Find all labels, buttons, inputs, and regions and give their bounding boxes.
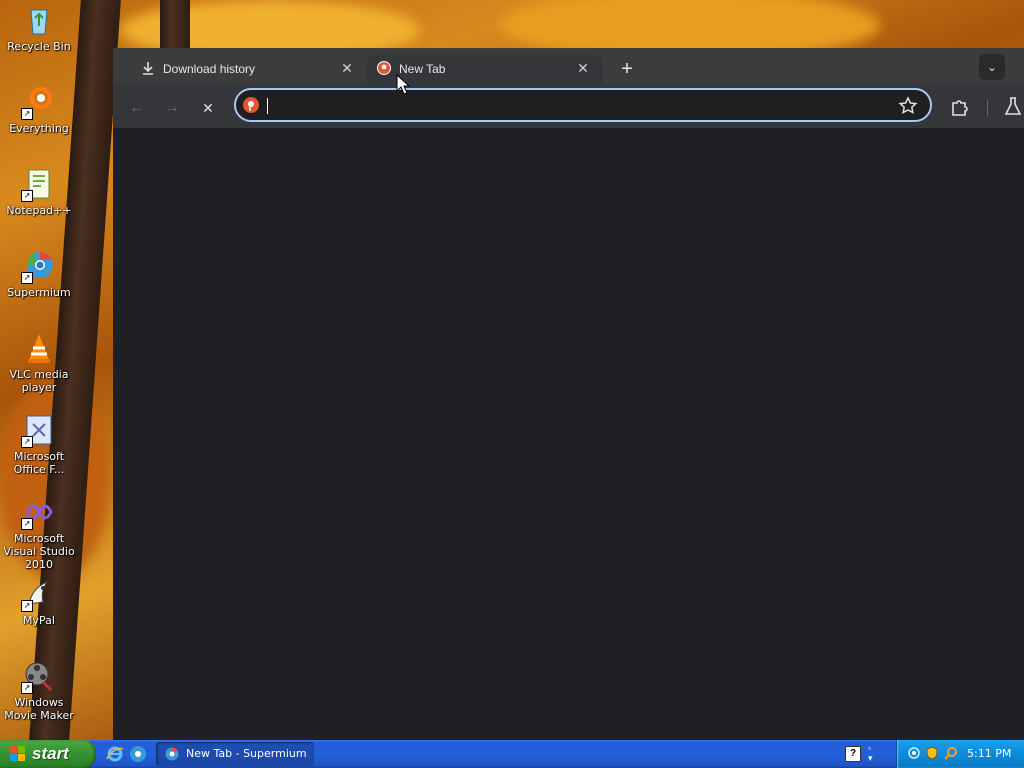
- browser-window: Download history ✕ New Tab ✕ + ⌄ ← → ✕: [113, 48, 1024, 740]
- everything-search-icon: ↗: [21, 86, 55, 120]
- mouse-cursor-icon: [396, 73, 411, 96]
- extensions-button[interactable]: [949, 96, 971, 118]
- network-icon[interactable]: [907, 746, 921, 760]
- desktop-icon-label: Microsoft Office F...: [13, 450, 65, 476]
- start-label: start: [32, 744, 69, 763]
- help-icon[interactable]: ?: [845, 746, 861, 762]
- desktop-icon-label: Windows Movie Maker: [4, 696, 74, 722]
- desktop-icon-label: Microsoft Visual Studio 2010: [3, 532, 75, 571]
- supermium-icon: [165, 747, 179, 761]
- supermium-icon: ↗: [21, 250, 55, 284]
- windows-flag-icon: [10, 746, 26, 762]
- system-tray: 5:11 PM: [896, 740, 1024, 768]
- start-button[interactable]: start: [0, 740, 96, 768]
- bookmark-star-button[interactable]: [898, 96, 918, 116]
- shortcut-arrow-icon: ↗: [21, 108, 33, 120]
- office-file-icon: ↗: [21, 414, 55, 448]
- restore-arrows-icon[interactable]: ▫ ▾: [868, 743, 880, 763]
- desktop-icon-office[interactable]: ↗ Microsoft Office F...: [0, 414, 78, 476]
- shortcut-arrow-icon: ↗: [21, 436, 33, 448]
- star-icon: [898, 96, 918, 115]
- tab-strip: Download history ✕ New Tab ✕ + ⌄: [113, 48, 1024, 84]
- toolbar-divider: [987, 100, 988, 116]
- taskbar: start New Tab - Supermium ? ▫ ▾ 5:11 PM: [0, 740, 1024, 768]
- tab-download-history[interactable]: Download history ✕: [131, 55, 367, 84]
- shortcut-arrow-icon: ↗: [21, 682, 33, 694]
- desktop-icon-label: Recycle Bin: [7, 40, 71, 53]
- new-tab-button[interactable]: +: [615, 58, 639, 82]
- shortcut-arrow-icon: ↗: [21, 600, 33, 612]
- tab-title: Download history: [163, 62, 256, 76]
- desktop-icon-label: MyPal: [23, 614, 55, 627]
- desktop-icon-label: Supermium: [7, 286, 71, 299]
- stop-loading-button[interactable]: ✕: [196, 96, 220, 120]
- desktop-icon-label: VLC media player: [9, 368, 69, 394]
- browser-toolbar: ← → ✕: [113, 84, 1024, 128]
- duckduckgo-icon: [243, 97, 259, 113]
- visual-studio-icon: ↗: [21, 496, 55, 530]
- desktop-icon-mypal[interactable]: ↗ MyPal: [0, 578, 78, 627]
- page-content[interactable]: [113, 128, 1024, 740]
- desktop-icon-notepad-plus-plus[interactable]: ↗ Notepad++: [0, 168, 78, 217]
- clock: 5:11 PM: [967, 747, 1012, 760]
- notepad-plus-plus-icon: ↗: [21, 168, 55, 202]
- address-bar[interactable]: [234, 88, 932, 122]
- movie-maker-icon: ↗: [21, 660, 55, 694]
- address-input[interactable]: [266, 95, 870, 117]
- duckduckgo-icon: [377, 61, 391, 75]
- flask-icon: [1004, 97, 1022, 115]
- mypal-icon: ↗: [21, 578, 55, 612]
- security-shield-icon[interactable]: [925, 746, 939, 760]
- search-icon[interactable]: [944, 746, 958, 760]
- recycle-bin-icon: [23, 4, 55, 36]
- desktop-icon-supermium[interactable]: ↗ Supermium: [0, 250, 78, 299]
- taskbar-button-label: New Tab - Supermium: [186, 747, 307, 760]
- desktop-icon-label: Notepad++: [6, 204, 72, 217]
- vlc-icon: [23, 332, 55, 364]
- labs-button[interactable]: [1003, 96, 1023, 118]
- tab-close-button[interactable]: ✕: [575, 60, 591, 76]
- shortcut-arrow-icon: ↗: [21, 518, 33, 530]
- desktop-icon-visual-studio[interactable]: ↗ Microsoft Visual Studio 2010: [0, 496, 78, 571]
- desktop-icon-label: Everything: [9, 122, 69, 135]
- taskbar-button-supermium[interactable]: New Tab - Supermium: [156, 742, 314, 766]
- puzzle-icon: [952, 100, 968, 116]
- desktop-icon-recycle-bin[interactable]: Recycle Bin: [0, 4, 78, 53]
- tab-search-button[interactable]: ⌄: [979, 54, 1005, 80]
- shortcut-arrow-icon: ↗: [21, 272, 33, 284]
- tab-close-button[interactable]: ✕: [339, 60, 355, 76]
- desktop-icon-movie-maker[interactable]: ↗ Windows Movie Maker: [0, 660, 78, 722]
- back-button[interactable]: ←: [125, 96, 149, 120]
- text-caret: [267, 98, 268, 114]
- supermium-icon[interactable]: [129, 745, 147, 763]
- forward-button[interactable]: →: [160, 96, 184, 120]
- internet-explorer-icon[interactable]: [106, 745, 124, 763]
- desktop-icon-vlc[interactable]: VLC media player: [0, 332, 78, 394]
- download-icon: [141, 61, 155, 75]
- shortcut-arrow-icon: ↗: [21, 190, 33, 202]
- desktop-icon-everything[interactable]: ↗ Everything: [0, 86, 78, 135]
